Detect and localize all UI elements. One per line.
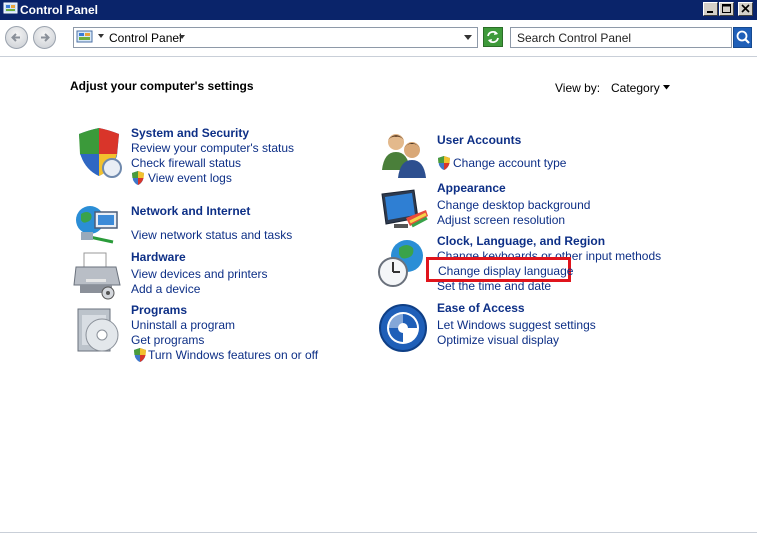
minimize-icon [707,11,713,13]
display-palette-icon [381,189,428,228]
category-ease-of-access-title[interactable]: Ease of Access [437,301,525,315]
address-history-dropdown-icon[interactable] [464,35,473,41]
control-panel-icon [76,30,93,43]
view-by-dropdown[interactable]: Category [611,81,660,95]
link-review-computer-status[interactable]: Review your computer's status [131,141,294,155]
maximize-icon [722,4,731,13]
navigation-bar: Control Panel [0,20,757,57]
link-uninstall-program[interactable]: Uninstall a program [131,318,235,332]
network-globe-icon [76,206,118,244]
category-appearance-title[interactable]: Appearance [437,181,506,195]
clock-globe-icon [378,240,423,287]
chevron-down-icon[interactable] [98,33,105,40]
link-turn-windows-features[interactable]: Turn Windows features on or off [148,348,318,362]
back-arrow-icon [11,33,20,42]
link-get-programs[interactable]: Get programs [131,333,204,347]
window-title: Control Panel [20,3,99,17]
page-heading: Adjust your computer's settings [70,79,254,93]
uac-shield-icon [438,156,450,170]
printer-icon [73,252,121,300]
back-button[interactable] [5,26,28,49]
chevron-down-icon[interactable] [179,35,186,40]
category-programs-title[interactable]: Programs [131,303,187,317]
control-panel-icon [3,2,18,14]
link-view-devices-printers[interactable]: View devices and printers [131,267,268,281]
uac-shield-icon [132,171,144,185]
forward-button[interactable] [33,26,56,49]
search-icon [736,30,750,44]
link-change-account-type[interactable]: Change account type [453,156,566,170]
uac-shield-icon [134,348,146,362]
link-view-event-logs[interactable]: View event logs [148,171,232,185]
title-bar: Control Panel [0,0,757,20]
category-system-security-title[interactable]: System and Security [131,126,249,140]
search-box[interactable] [510,27,732,48]
window-bottom-border [0,532,757,533]
refresh-button[interactable] [483,27,503,47]
refresh-icon [487,31,499,43]
shield-icon [79,128,122,178]
maximize-button[interactable] [719,2,734,16]
link-optimize-visual-display[interactable]: Optimize visual display [437,333,559,347]
link-let-windows-suggest[interactable]: Let Windows suggest settings [437,318,596,332]
search-button[interactable] [733,27,752,48]
view-by-label: View by: [555,81,601,95]
forward-arrow-icon [41,33,50,42]
link-adjust-screen-resolution[interactable]: Adjust screen resolution [437,213,565,227]
category-hardware-title[interactable]: Hardware [131,250,186,264]
close-icon [741,4,750,13]
link-change-desktop-background[interactable]: Change desktop background [437,198,590,212]
breadcrumb[interactable]: Control Panel [109,31,182,45]
address-bar[interactable]: Control Panel [73,27,478,48]
link-view-network-status[interactable]: View network status and tasks [131,228,292,242]
category-user-accounts-title[interactable]: User Accounts [437,133,521,147]
link-add-device[interactable]: Add a device [131,282,200,296]
category-network-internet-title[interactable]: Network and Internet [131,204,250,218]
program-disc-icon [77,308,119,352]
search-input[interactable] [517,30,722,45]
ease-of-access-icon [379,304,427,352]
chevron-down-icon[interactable] [663,85,671,90]
close-button[interactable] [738,2,753,16]
link-check-firewall-status[interactable]: Check firewall status [131,156,241,170]
minimize-button[interactable] [703,2,718,16]
link-change-display-language[interactable]: Change display language [438,264,573,278]
category-clock-language-region-title[interactable]: Clock, Language, and Region [437,234,605,248]
users-icon [382,134,426,178]
